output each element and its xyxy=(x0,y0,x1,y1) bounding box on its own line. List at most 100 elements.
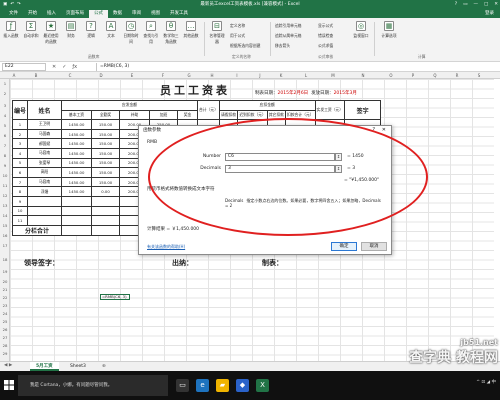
cell-allowance[interactable]: 150.00 xyxy=(91,176,121,188)
column-header[interactable]: S xyxy=(468,72,490,79)
cell-name[interactable] xyxy=(27,195,63,207)
row-header[interactable]: 25 xyxy=(0,319,10,324)
insert-function-button[interactable]: ƒ 插入函数 xyxy=(2,21,20,53)
column-header[interactable]: N xyxy=(346,72,380,79)
cell-allowance[interactable] xyxy=(91,195,121,207)
row-header[interactable]: 24 xyxy=(0,311,10,316)
cell-no[interactable]: 2 xyxy=(11,128,29,140)
more-functions-button[interactable]: … 其他函数 xyxy=(182,21,200,53)
cell-no[interactable]: 5 xyxy=(11,157,29,169)
excel-taskbar-icon[interactable]: X xyxy=(256,379,269,392)
function-help-link[interactable]: 有关该函数的帮助(H) xyxy=(147,244,185,250)
tab-review[interactable]: 审阅 xyxy=(127,10,146,18)
cell-no[interactable]: 7 xyxy=(11,176,29,188)
file-explorer-icon[interactable]: ▰ xyxy=(216,379,229,392)
remove-arrows-button[interactable]: 移去箭头 xyxy=(275,43,290,49)
sheet-nav-arrows[interactable]: ◀ ▶ xyxy=(4,363,12,368)
cell-no[interactable]: 4 xyxy=(11,147,29,159)
row-header[interactable]: 4 xyxy=(0,113,10,118)
cell-no[interactable]: 6 xyxy=(11,167,29,178)
cell-name[interactable]: 浮嫚 xyxy=(27,186,63,197)
cell-no[interactable]: 11 xyxy=(11,215,29,226)
selected-cell-e22[interactable]: =RMB(C6, 3) xyxy=(100,294,130,300)
cell-base[interactable]: 1450.00 xyxy=(61,138,93,149)
lookup-button[interactable]: ⌕ 查找与引用 xyxy=(142,21,160,53)
number-input[interactable]: C6 xyxy=(225,153,335,161)
column-header[interactable]: E xyxy=(116,72,148,79)
column-header[interactable]: A xyxy=(10,72,18,79)
close-button[interactable]: ✕ xyxy=(494,0,498,9)
row-header[interactable]: 12 xyxy=(0,193,10,198)
sign-in-link[interactable]: 登录 xyxy=(485,10,500,18)
help-icon[interactable]: ? xyxy=(455,0,457,9)
row-header[interactable]: 22 xyxy=(0,295,10,300)
trace-precedents-button[interactable]: 追踪引用单元格 xyxy=(275,23,302,29)
column-header[interactable]: O xyxy=(380,72,402,79)
row-header[interactable]: 23 xyxy=(0,303,10,308)
task-view-icon[interactable]: ▭ xyxy=(176,379,189,392)
cortana-search-box[interactable]: 我是 Cortana，小娜。有问题尽管问我。 xyxy=(18,375,168,396)
text-button[interactable]: A 文本 xyxy=(102,21,120,53)
column-header[interactable]: G xyxy=(178,72,200,79)
cell-no[interactable]: 3 xyxy=(11,138,29,149)
cell-base[interactable] xyxy=(61,224,93,236)
row-header[interactable]: 5 xyxy=(0,123,10,128)
system-tray[interactable]: ^ ⊡ ◢ 中 xyxy=(476,379,496,385)
create-from-selection-button[interactable]: 根据所选内容创建 xyxy=(230,43,260,49)
tab-insert[interactable]: 插入 xyxy=(42,10,61,18)
tab-page-layout[interactable]: 页面布局 xyxy=(61,10,89,18)
column-header[interactable]: P xyxy=(402,72,424,79)
cell-allowance[interactable]: 0.00 xyxy=(91,186,121,197)
row-header[interactable]: 8 xyxy=(0,153,10,158)
row-header[interactable]: 9 xyxy=(0,163,10,168)
cell-allowance[interactable]: 150.00 xyxy=(91,167,121,178)
formula-input[interactable]: =RMB(C6, 3) xyxy=(96,63,496,71)
date-time-button[interactable]: ◷ 日期和时间 xyxy=(122,21,140,53)
column-header[interactable]: K xyxy=(270,72,292,79)
row-header[interactable]: 18 xyxy=(0,257,10,262)
collapse-range-icon[interactable]: ↥ xyxy=(335,165,342,173)
column-header[interactable]: M xyxy=(320,72,346,79)
cell-base[interactable]: 1450.00 xyxy=(61,176,93,188)
cell-base[interactable] xyxy=(61,205,93,217)
row-header[interactable]: 1 xyxy=(0,81,10,86)
cell-base[interactable]: 1450.00 xyxy=(61,128,93,140)
cell-name[interactable]: 马容南 xyxy=(27,147,63,159)
recent-functions-button[interactable]: ★ 最近使用的函数 xyxy=(42,21,60,53)
cell-base[interactable]: 1450.00 xyxy=(61,167,93,178)
maximize-button[interactable]: □ xyxy=(484,0,488,9)
cell-no[interactable]: 8 xyxy=(11,186,29,197)
column-header[interactable]: L xyxy=(292,72,320,79)
cell-allowance[interactable] xyxy=(91,224,121,236)
row-header[interactable]: 7 xyxy=(0,143,10,148)
row-header[interactable]: 6 xyxy=(0,133,10,138)
cancel-icon[interactable]: ✕ xyxy=(52,63,56,71)
close-icon[interactable]: ✕ xyxy=(382,126,386,135)
cell-name[interactable]: 王卫明 xyxy=(27,119,63,130)
new-sheet-button[interactable]: ⊕ xyxy=(96,362,112,371)
row-header[interactable]: 27 xyxy=(0,335,10,340)
row-header[interactable]: 3 xyxy=(0,103,10,108)
sheet-tab-sheet3[interactable]: Sheet3 xyxy=(64,362,92,371)
row-header[interactable]: 10 xyxy=(0,173,10,178)
watch-window-button[interactable]: ◎ 监视窗口 xyxy=(352,21,370,53)
cell-allowance[interactable]: 150.00 xyxy=(91,157,121,169)
cell-name[interactable]: 马国森 xyxy=(27,128,63,140)
insert-function-icon[interactable]: ƒx xyxy=(72,63,77,71)
evaluate-formula-button[interactable]: 公式求值 xyxy=(318,43,333,49)
row-header[interactable]: 29 xyxy=(0,351,10,356)
column-header[interactable]: R xyxy=(446,72,468,79)
sheet-tab-may-salary[interactable]: 5月工资 xyxy=(30,362,59,371)
cell-base[interactable] xyxy=(61,215,93,226)
column-header[interactable]: I xyxy=(224,72,250,79)
use-in-formula-button[interactable]: 用于公式 xyxy=(230,33,245,39)
row-header[interactable]: 19 xyxy=(0,269,10,274)
row-header[interactable]: 17 xyxy=(0,243,10,248)
tab-home[interactable]: 开始 xyxy=(23,10,42,18)
row-header[interactable]: 15 xyxy=(0,223,10,228)
cell-allowance[interactable]: 150.00 xyxy=(91,138,121,149)
cell-no[interactable]: 10 xyxy=(11,205,29,217)
row-header[interactable]: 2 xyxy=(0,91,10,96)
name-manager-button[interactable]: ⊟ 名称管理器 xyxy=(208,21,226,53)
decimals-input[interactable]: 3 xyxy=(225,165,335,173)
